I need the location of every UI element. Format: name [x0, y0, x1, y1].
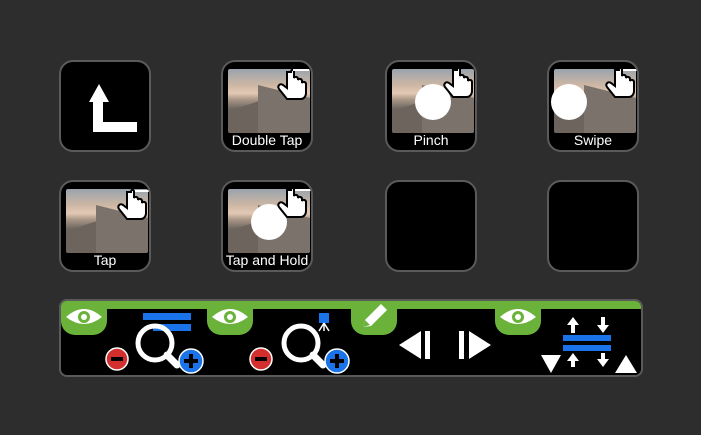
key-label: Double Tap [231, 132, 303, 148]
empty-key[interactable] [385, 180, 477, 272]
triangle-down-icon [541, 355, 561, 373]
double-tap-key[interactable]: Double Tap [221, 60, 313, 152]
back-key[interactable] [59, 60, 151, 152]
empty-key[interactable] [547, 180, 639, 272]
back-arrow-icon [89, 84, 137, 132]
spacing-control[interactable] [537, 307, 641, 377]
hand-pointer-icon [277, 186, 311, 218]
visibility-toggle[interactable] [61, 301, 107, 335]
hand-pointer-icon [277, 68, 309, 100]
key-label: Pinch [413, 132, 449, 148]
edit-toggle[interactable] [351, 301, 397, 335]
spacing-icon [563, 335, 611, 341]
key-label: Tap and Hold [225, 252, 309, 268]
key-label: Swipe [573, 132, 613, 148]
touch-point-icon [551, 84, 587, 120]
step-back-button[interactable] [395, 325, 435, 365]
blue-bars-icon [143, 313, 191, 320]
tap-and-hold-key[interactable]: Tap and Hold [221, 180, 313, 272]
touch-toolbar [59, 299, 643, 377]
zoom-point-control[interactable] [247, 307, 357, 377]
pencil-icon [363, 304, 387, 327]
key-label: Tap [93, 252, 117, 268]
step-forward-button[interactable] [455, 325, 495, 365]
pinch-key[interactable]: Pinch [385, 60, 477, 152]
easel-icon [319, 313, 329, 323]
eye-icon [500, 309, 536, 324]
visibility-toggle[interactable] [495, 301, 541, 335]
swipe-key[interactable]: Swipe [547, 60, 639, 152]
tap-key[interactable]: Tap [59, 180, 151, 272]
hand-pointer-icon [443, 66, 473, 98]
zoom-fit-control[interactable] [103, 307, 213, 377]
hand-pointer-icon [117, 188, 149, 220]
eye-icon [66, 309, 102, 324]
triangle-up-icon [615, 355, 637, 373]
hand-pointer-icon [605, 66, 637, 98]
